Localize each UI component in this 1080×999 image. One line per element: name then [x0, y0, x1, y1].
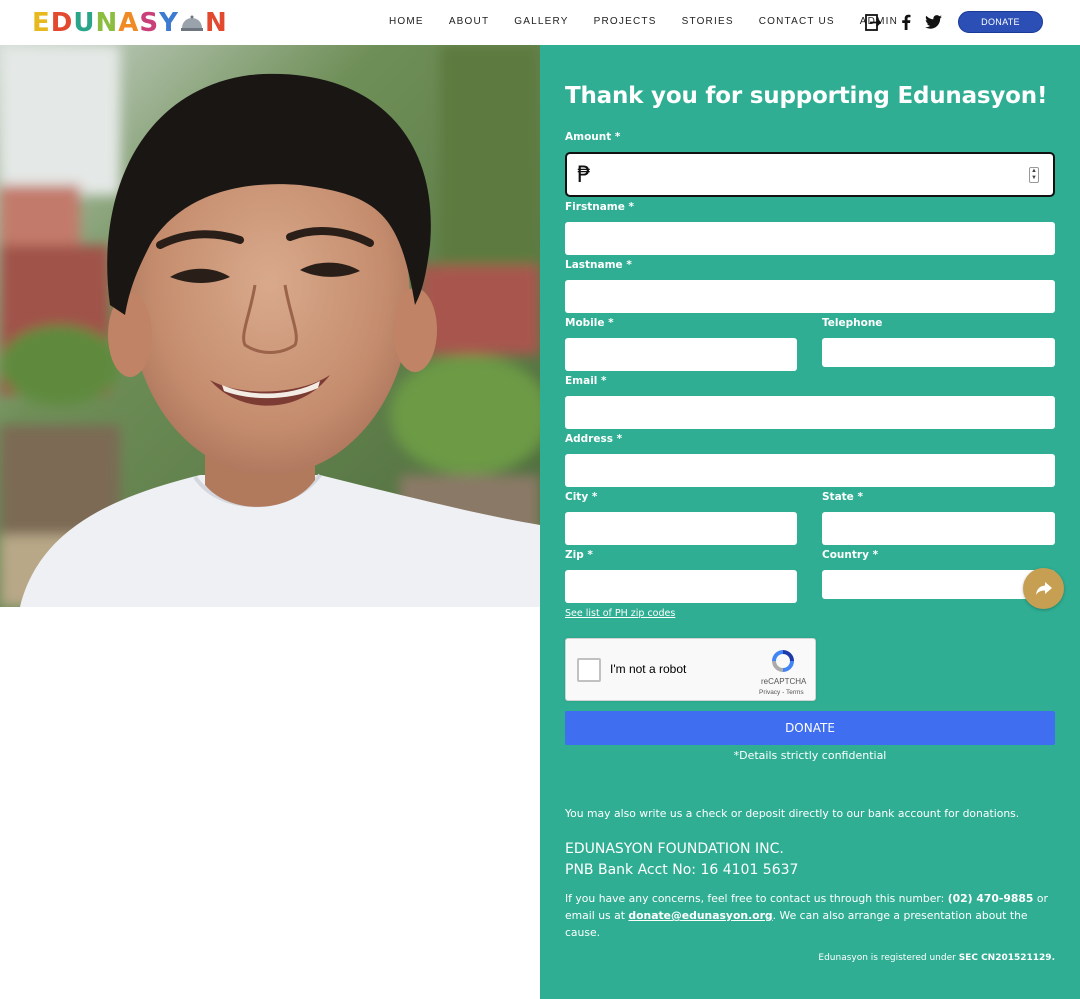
city-label: City *	[565, 491, 598, 503]
address-label: Address *	[565, 433, 623, 445]
sec-number: SEC CN201521129.	[958, 953, 1055, 963]
nav-gallery[interactable]: GALLERY	[514, 16, 568, 27]
bank-account: PNB Bank Acct No: 16 4101 5637	[565, 862, 799, 878]
state-label: State *	[822, 491, 863, 503]
currency-symbol: ₱	[577, 163, 591, 188]
nav-about[interactable]: ABOUT	[449, 16, 489, 27]
donate-submit-button[interactable]: DONATE	[565, 711, 1055, 745]
login-icon[interactable]	[864, 13, 882, 31]
foundation-name: EDUNASYON FOUNDATION INC.	[565, 841, 784, 857]
state-input[interactable]	[822, 512, 1055, 545]
page-title: Thank you for supporting Edunasyon!	[565, 83, 1048, 109]
confidential-note: *Details strictly confidential	[733, 749, 887, 762]
check-deposit-text: You may also write us a check or deposit…	[565, 807, 1020, 820]
sec-registration: Edunasyon is registered under SEC CN2015…	[818, 953, 1055, 963]
main-nav: HOME ABOUT GALLERY PROJECTS STORIES CONT…	[389, 16, 923, 27]
city-input[interactable]	[565, 512, 797, 545]
donation-panel: Thank you for supporting Edunasyon! Amou…	[540, 45, 1080, 999]
telephone-input[interactable]	[822, 338, 1055, 367]
nav-home[interactable]: HOME	[389, 16, 424, 27]
contact-email-link[interactable]: donate@edunasyon.org	[628, 909, 772, 922]
zip-codes-link[interactable]: See list of PH zip codes	[565, 608, 675, 619]
contact-pre: If you have any concerns, feel free to c…	[565, 892, 948, 905]
nav-contact-us[interactable]: CONTACT US	[759, 16, 835, 27]
recaptcha-label: I'm not a robot	[610, 662, 687, 676]
zip-input[interactable]	[565, 570, 797, 603]
country-label: Country *	[822, 549, 879, 561]
header-donate-button[interactable]: DONATE	[958, 11, 1043, 33]
country-select[interactable]	[822, 570, 1055, 599]
twitter-icon[interactable]	[924, 13, 942, 31]
lastname-input[interactable]	[565, 280, 1055, 313]
email-label: Email *	[565, 375, 607, 387]
telephone-label: Telephone	[822, 317, 883, 329]
sec-pre: Edunasyon is registered under	[818, 953, 959, 963]
nav-projects[interactable]: PROJECTS	[594, 16, 657, 27]
contact-phone: (02) 470-9885	[947, 892, 1034, 905]
recaptcha-terms[interactable]: Privacy - Terms	[759, 689, 804, 696]
share-button[interactable]	[1023, 568, 1064, 609]
site-header: EDUNASY N HOME ABOUT GALLERY PROJECTS STO…	[0, 0, 1080, 45]
amount-input[interactable]: ₱ ▲ ▼	[565, 152, 1055, 197]
recaptcha-widget: I'm not a robot reCAPTCHA Privacy - Term…	[565, 638, 816, 701]
site-logo[interactable]: EDUNASY N	[32, 9, 228, 37]
recaptcha-icon	[772, 650, 794, 672]
mobile-input[interactable]	[565, 338, 797, 371]
firstname-input[interactable]	[565, 222, 1055, 255]
email-input[interactable]	[565, 396, 1055, 429]
lastname-label: Lastname *	[565, 259, 632, 271]
hero-photo	[0, 45, 540, 607]
logo-wordmark: EDUNASY N	[32, 8, 228, 38]
share-arrow-icon	[1035, 582, 1052, 595]
dome-icon	[180, 15, 203, 31]
recaptcha-brand: reCAPTCHA	[761, 677, 807, 686]
amount-stepper[interactable]: ▲ ▼	[1029, 167, 1039, 183]
contact-text: If you have any concerns, feel free to c…	[565, 890, 1065, 941]
address-input[interactable]	[565, 454, 1055, 487]
mobile-label: Mobile *	[565, 317, 614, 329]
amount-label: Amount *	[565, 131, 621, 143]
recaptcha-checkbox[interactable]	[577, 658, 601, 682]
zip-label: Zip *	[565, 549, 593, 561]
nav-stories[interactable]: STORIES	[682, 16, 734, 27]
firstname-label: Firstname *	[565, 201, 634, 213]
facebook-icon[interactable]	[897, 13, 915, 31]
